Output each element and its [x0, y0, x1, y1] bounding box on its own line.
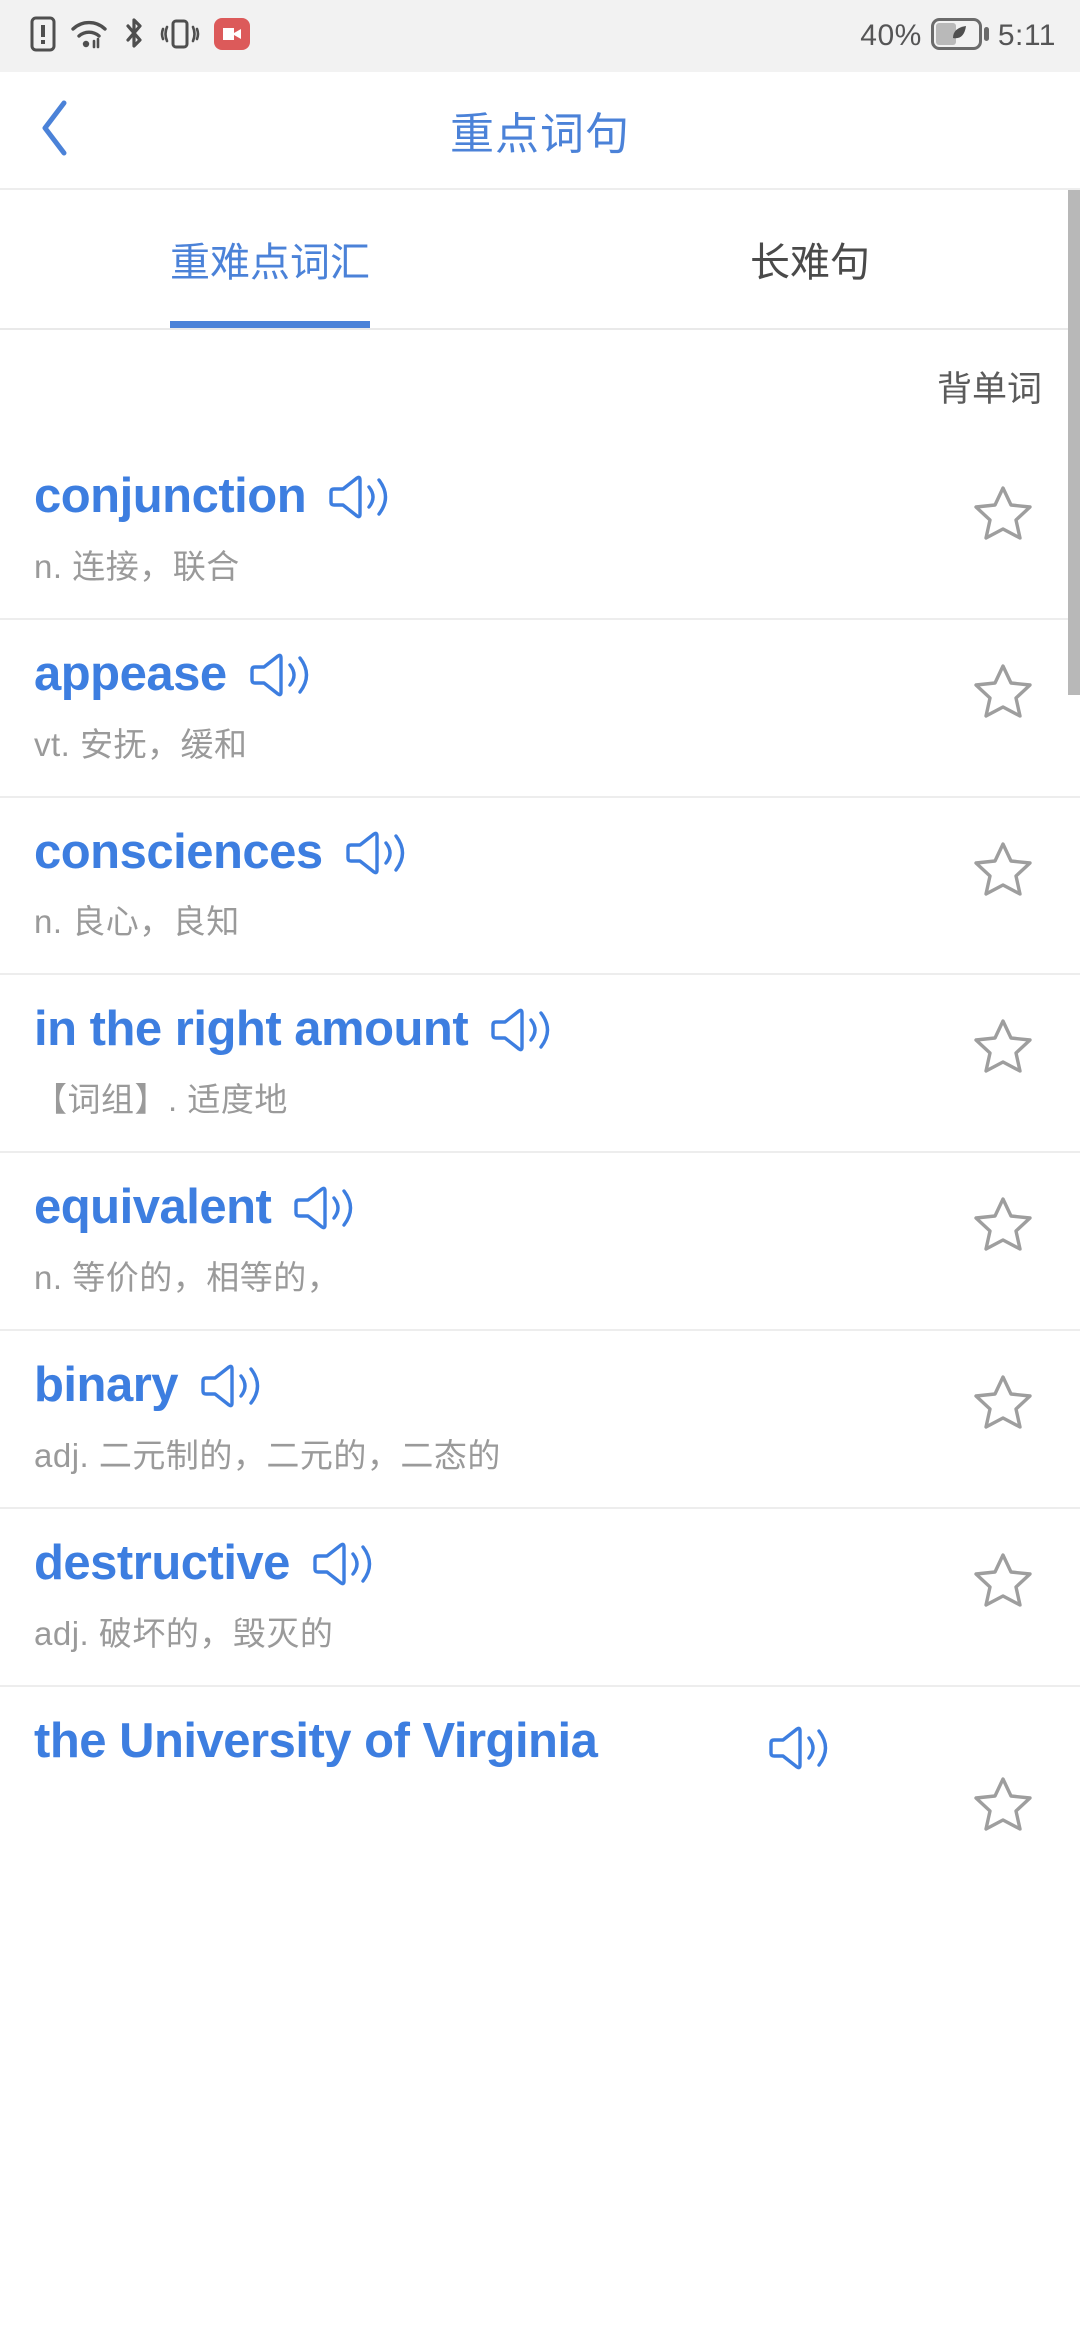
memorize-words-row: 背单词 [0, 330, 1080, 442]
tab-label: 长难句 [750, 241, 870, 285]
word-term-group: binary [34, 1357, 262, 1415]
tab-long-sentences[interactable]: 长难句 [540, 190, 1080, 328]
word-list-item[interactable]: in the right amount 【词组】. 适度地 [0, 975, 1080, 1154]
battery-saver-leaf-icon [930, 17, 989, 55]
word-term-group: conjunction [34, 468, 390, 526]
word-term: the University of Virginia [34, 1713, 598, 1768]
speaker-icon[interactable] [490, 1005, 552, 1055]
wifi-icon [70, 17, 108, 56]
word-definition: n. 良心，良知 [34, 903, 240, 941]
word-row-main: consciences [34, 798, 1080, 882]
word-definition: n. 等价的，相等的， [34, 1259, 341, 1297]
tab-label: 重难点词汇 [170, 241, 370, 285]
page-title: 重点词句 [450, 110, 630, 159]
word-term-group: in the right amount [34, 1001, 552, 1059]
status-bar: 40% 5:11 [0, 0, 1080, 72]
word-definition: adj. 二元制的，二元的，二态的 [34, 1436, 501, 1474]
speaker-icon[interactable] [200, 1361, 262, 1411]
speaker-icon[interactable] [312, 1539, 374, 1589]
word-row-main: the University of Virginia [34, 1687, 1080, 1811]
word-list-item[interactable]: equivalent n. 等价的，相等的， [0, 1153, 1080, 1332]
word-list-item[interactable]: destructive adj. 破坏的，毁灭的 [0, 1508, 1080, 1687]
word-term: appease [34, 646, 227, 701]
word-definition: n. 连接，联合 [34, 547, 240, 585]
word-definition: vt. 安抚，缓和 [34, 725, 248, 763]
word-list-item[interactable]: appease vt. 安抚，缓和 [0, 619, 1080, 798]
word-term-group: destructive [34, 1535, 374, 1593]
speaker-icon[interactable] [328, 472, 390, 522]
clock: 5:11 [997, 19, 1056, 52]
star-outline-icon[interactable] [974, 1195, 1032, 1256]
tab-key-vocabulary[interactable]: 重难点词汇 [0, 190, 540, 328]
speaker-icon[interactable] [345, 828, 407, 878]
battery-percent: 40% [860, 19, 922, 52]
sim-alert-icon [30, 16, 56, 57]
word-term: binary [34, 1358, 179, 1413]
word-row-main: destructive [34, 1509, 1080, 1593]
speaker-icon[interactable] [249, 650, 311, 700]
status-bar-right: 40% 5:11 [860, 17, 1056, 55]
speaker-icon[interactable] [293, 1183, 355, 1233]
star-outline-icon[interactable] [974, 1551, 1032, 1612]
status-bar-left-icons [30, 16, 250, 57]
word-term: in the right amount [34, 1002, 469, 1057]
word-row-main: in the right amount [34, 975, 1080, 1059]
memorize-words-button[interactable]: 背单词 [937, 361, 1042, 412]
screen-record-icon [214, 17, 250, 55]
word-row-main: equivalent [34, 1153, 1080, 1237]
word-list-item[interactable]: binary adj. 二元制的，二元的，二态的 [0, 1331, 1080, 1509]
star-outline-icon[interactable] [974, 840, 1032, 901]
app-header: 重点词句 [0, 72, 1080, 190]
word-term-group: appease [34, 646, 311, 704]
word-term: consciences [34, 824, 323, 879]
scrollbar-track[interactable] [1068, 190, 1080, 2340]
speaker-icon[interactable] [768, 1723, 830, 1773]
star-outline-icon[interactable] [974, 1775, 1032, 1836]
scrollbar-thumb[interactable] [1068, 190, 1080, 695]
word-term: destructive [34, 1535, 290, 1590]
word-list-item[interactable]: the University of Virginia [0, 1686, 1080, 1831]
word-list: conjunction n. 连接，联合 appease vt. 安抚，缓和 c… [0, 442, 1080, 1831]
bluetooth-icon [122, 16, 146, 57]
word-definition: adj. 破坏的，毁灭的 [34, 1614, 334, 1652]
word-row-main: conjunction [34, 442, 1080, 526]
word-term: conjunction [34, 469, 307, 523]
word-term-group: consciences [34, 824, 407, 882]
word-term: equivalent [34, 1180, 272, 1235]
word-row-main: binary [34, 1331, 1080, 1415]
word-list-item[interactable]: consciences n. 良心，良知 [0, 797, 1080, 976]
vibrate-icon [160, 16, 200, 57]
word-definition: 【词组】. 适度地 [34, 1081, 288, 1119]
star-outline-icon[interactable] [974, 662, 1032, 723]
star-outline-icon[interactable] [974, 1373, 1032, 1434]
star-outline-icon[interactable] [974, 484, 1032, 545]
word-term-group: the University of Virginia [34, 1713, 598, 1771]
word-term-group: equivalent [34, 1179, 355, 1237]
star-outline-icon[interactable] [974, 1017, 1032, 1078]
word-list-item[interactable]: conjunction n. 连接，联合 [0, 442, 1080, 620]
tab-bar: 重难点词汇 长难句 [0, 190, 1080, 330]
word-row-main: appease [34, 620, 1080, 704]
